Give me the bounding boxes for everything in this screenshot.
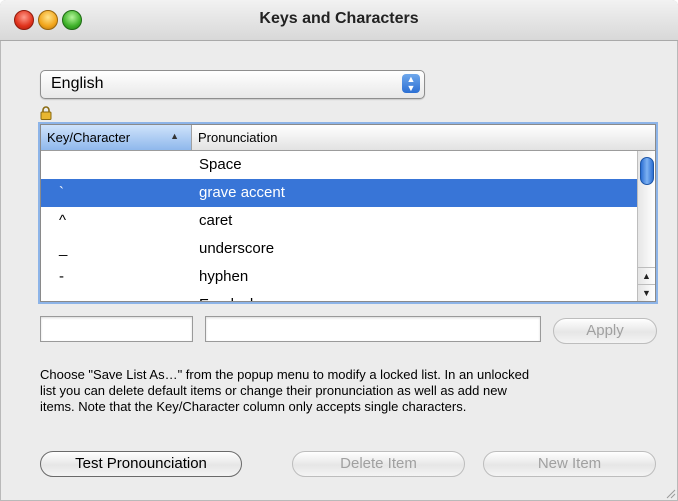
row-pronunciation-cell: grave accent	[199, 184, 285, 201]
key-character-field[interactable]	[40, 316, 193, 342]
row-key-cell: _	[59, 240, 68, 257]
column-header-key-label: Key/Character	[47, 130, 131, 145]
row-pronunciation-cell: Space	[199, 156, 242, 173]
row-key-cell: -	[59, 268, 64, 285]
help-text: Choose "Save List As…" from the popup me…	[40, 367, 665, 415]
table-row[interactable]: _ underscore	[41, 235, 637, 263]
help-text-line: Choose "Save List As…" from the popup me…	[40, 367, 530, 382]
table-row[interactable]: ^ caret	[41, 207, 637, 235]
table-body: Space ` grave accent ^ caret _ underscore - hyph…	[41, 151, 637, 301]
language-popup[interactable]: English ▲ ▼	[40, 70, 425, 99]
row-pronunciation-cell: underscore	[199, 240, 275, 257]
keys-table[interactable]: Key/Character ▲ Pronunciation Space ` grav…	[40, 124, 656, 302]
popup-arrows-icon: ▲ ▼	[402, 74, 420, 93]
window-title: Keys and Characters	[259, 10, 419, 27]
scrollbar-thumb[interactable]	[640, 157, 654, 185]
language-popup-label: English	[51, 75, 104, 92]
row-key-cell: `	[59, 184, 64, 201]
resize-grip-icon[interactable]	[664, 487, 676, 499]
help-text-line: list you can delete default items or cha…	[40, 383, 507, 398]
test-pronunciation-button[interactable]: Test Pronounciation	[40, 451, 242, 477]
row-pronunciation-cell: caret	[199, 212, 233, 229]
column-header-key[interactable]: Key/Character ▲	[41, 125, 192, 150]
vertical-scrollbar[interactable]: ▲ ▼	[637, 151, 655, 301]
pronunciation-field[interactable]	[205, 316, 541, 342]
lock-icon	[40, 106, 52, 120]
row-pronunciation-cell: hyphen	[199, 268, 249, 285]
title-bar[interactable]: Keys and Characters	[0, 0, 678, 41]
help-text-line: items. Note that the Key/Character colum…	[40, 399, 467, 414]
scroll-down-arrow-icon[interactable]: ▼	[638, 284, 655, 301]
row-pronunciation-cell: Em dash	[199, 296, 258, 301]
apply-button[interactable]: Apply	[553, 318, 657, 344]
sort-ascending-icon: ▲	[170, 131, 179, 141]
new-item-button[interactable]: New Item	[483, 451, 656, 477]
table-header: Key/Character ▲ Pronunciation	[41, 125, 655, 151]
delete-item-button[interactable]: Delete Item	[292, 451, 465, 477]
scroll-up-arrow-icon[interactable]: ▲	[638, 267, 655, 284]
column-header-pronunciation-label: Pronunciation	[198, 130, 278, 145]
keys-and-characters-window: Keys and Characters English ▲ ▼ Key/Chara…	[0, 0, 678, 501]
table-row[interactable]: - hyphen	[41, 263, 637, 291]
row-key-cell: ^	[59, 212, 67, 229]
table-row[interactable]: ` grave accent	[41, 179, 637, 207]
table-row[interactable]: Space	[41, 151, 637, 179]
table-row[interactable]: Em dash	[41, 291, 637, 301]
